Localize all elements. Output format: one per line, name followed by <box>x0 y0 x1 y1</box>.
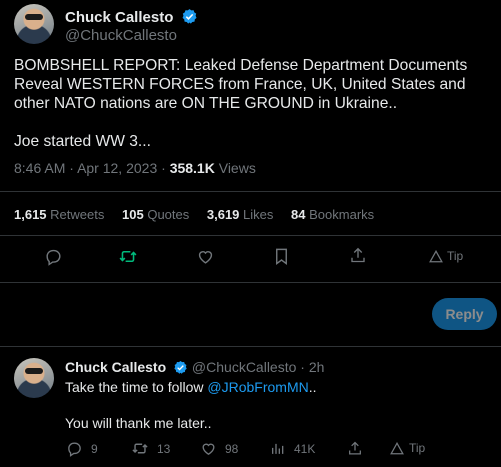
reply-like-button[interactable]: 98 <box>200 440 238 457</box>
tweet-text-line: BOMBSHELL REPORT: Leaked Defense Departm… <box>14 57 468 112</box>
share-icon <box>349 246 367 265</box>
reply-icon <box>44 247 63 266</box>
tweet-text: BOMBSHELL REPORT: Leaked Defense Departm… <box>14 56 494 151</box>
verified-badge-icon <box>181 8 198 30</box>
reply-reply-button[interactable]: 9 <box>66 440 98 457</box>
author-avatar[interactable] <box>14 4 54 44</box>
divider <box>0 282 501 283</box>
tweet-text-line: Joe started WW 3... <box>14 133 151 150</box>
reply-tip-button[interactable]: Tip <box>390 441 425 455</box>
tweet-time[interactable]: 8:46 AM <box>14 160 65 176</box>
reply-share-button[interactable] <box>347 440 363 457</box>
share-icon <box>347 440 363 457</box>
reply-text-line: You will thank me later.. <box>65 415 212 431</box>
author-handle[interactable]: @ChuckCallesto <box>65 27 177 44</box>
tip-label: Tip <box>409 441 426 455</box>
meta-separator: · <box>300 359 305 375</box>
tip-icon <box>429 249 443 263</box>
meta-separator: · <box>161 160 166 176</box>
retweet-icon <box>118 247 138 266</box>
tip-label: Tip <box>447 249 464 263</box>
views-icon <box>270 440 286 457</box>
tip-action-button[interactable]: Tip <box>429 249 463 263</box>
tweet-date[interactable]: Apr 12, 2023 <box>77 160 157 176</box>
share-action-button[interactable] <box>349 246 367 265</box>
reply-action-button[interactable] <box>44 247 63 266</box>
reply-author-name[interactable]: Chuck Callesto <box>65 359 166 375</box>
retweet-icon <box>131 440 149 457</box>
bookmarks-stat[interactable]: 84 Bookmarks <box>291 207 374 222</box>
divider <box>0 191 501 192</box>
like-icon <box>196 247 215 266</box>
meta-separator: · <box>69 160 74 176</box>
engagement-stats: 1,615 Retweets 105 Quotes 3,619 Likes 84… <box>14 207 388 222</box>
divider <box>0 235 501 236</box>
reply-text-line: Take the time to follow @JRobFromMN.. <box>65 379 317 395</box>
quotes-stat[interactable]: 105 Quotes <box>122 207 189 222</box>
like-count: 98 <box>225 441 239 456</box>
divider <box>0 346 501 347</box>
reply-submit-button[interactable]: Reply <box>432 298 497 330</box>
reply-icon <box>66 440 83 457</box>
views-count: 358.1K <box>169 160 215 176</box>
tweet-meta: 8:46 AM · Apr 12, 2023 · 358.1K Views <box>14 160 256 176</box>
reply-author-avatar[interactable] <box>14 358 54 398</box>
bookmark-action-button[interactable] <box>273 247 290 266</box>
like-icon <box>200 440 217 457</box>
likes-stat[interactable]: 3,619 Likes <box>207 207 274 222</box>
views-count: 41K <box>294 441 316 456</box>
verified-badge-icon <box>173 360 188 378</box>
retweet-action-button[interactable] <box>118 247 138 266</box>
bookmark-icon <box>273 247 290 266</box>
reply-views-button[interactable]: 41K <box>270 440 315 457</box>
reply-author-handle[interactable]: @ChuckCallesto <box>192 359 296 375</box>
author-name[interactable]: Chuck Callesto <box>65 9 173 26</box>
views-label: Views <box>218 160 256 176</box>
mention-link[interactable]: @JRobFromMN <box>207 379 308 395</box>
retweet-count: 13 <box>157 441 171 456</box>
reply-text: Take the time to follow @JRobFromMN.. Yo… <box>65 378 317 432</box>
reply-retweet-button[interactable]: 13 <box>131 440 170 457</box>
reply-count: 9 <box>91 441 98 456</box>
reply-time[interactable]: 2h <box>309 359 325 375</box>
reply-header: Chuck Callesto @ChuckCallesto · 2h <box>65 359 324 378</box>
like-action-button[interactable] <box>196 247 215 266</box>
retweets-stat[interactable]: 1,615 Retweets <box>14 207 104 222</box>
tip-icon <box>390 441 404 455</box>
